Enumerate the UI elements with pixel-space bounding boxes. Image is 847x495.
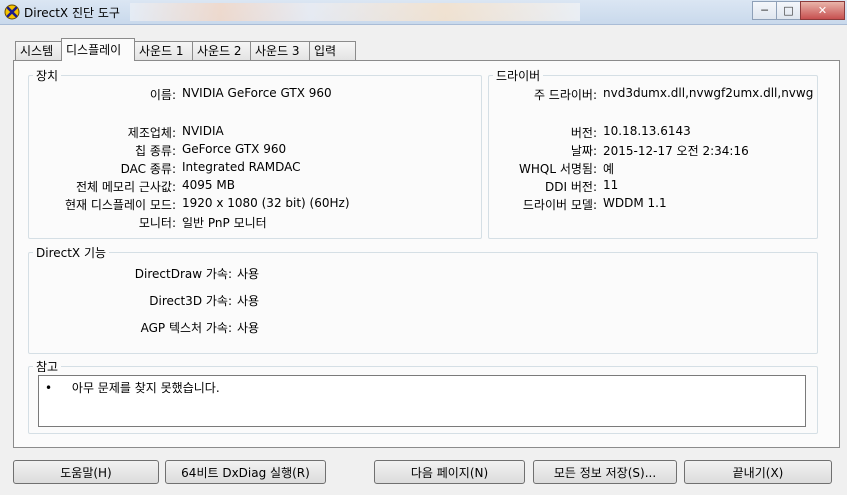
note-item: • 아무 문제를 찾지 못했습니다. — [45, 379, 220, 396]
tab-label: 사운드 1 — [139, 44, 184, 58]
drivers-group-title: 드라이버 — [493, 67, 544, 84]
version-value: 10.18.13.6143 — [603, 124, 691, 138]
tab-system[interactable]: 시스템 — [15, 41, 63, 60]
manufacturer-label: 제조업체: — [127, 126, 176, 140]
tab-label: 디스플레이 — [66, 43, 122, 57]
window-title: DirectX 진단 도구 — [24, 6, 120, 20]
device-group-title: 장치 — [33, 67, 62, 84]
directdraw-accel-label: DirectDraw 가속: — [134, 267, 232, 281]
driver-model-value: WDDM 1.1 — [603, 196, 667, 210]
tab-input[interactable]: 입력 — [309, 41, 356, 60]
help-button[interactable]: 도움말(H) — [13, 460, 159, 484]
close-button[interactable]: ✕ — [800, 1, 845, 20]
dac-type-label: DAC 종류: — [120, 162, 176, 176]
total-memory-value: 4095 MB — [182, 178, 235, 192]
minimize-button[interactable]: ─ — [752, 1, 777, 20]
chip-type-value: GeForce GTX 960 — [182, 142, 287, 156]
notes-text-box[interactable]: • 아무 문제를 찾지 못했습니다. — [38, 375, 806, 427]
directx-app-icon — [4, 4, 20, 20]
agp-texture-accel-value: 사용 — [237, 321, 260, 335]
direct3d-accel-value: 사용 — [237, 294, 260, 308]
device-name-label: 이름: — [149, 88, 176, 102]
tab-label: 사운드 3 — [255, 44, 300, 58]
chip-type-label: 칩 종류: — [135, 144, 176, 158]
background-banner — [130, 3, 580, 21]
exit-button[interactable]: 끝내기(X) — [684, 460, 832, 484]
main-driver-label: 주 드라이버: — [533, 88, 597, 102]
total-memory-label: 전체 메모리 근사값: — [76, 180, 176, 194]
directdraw-accel-value: 사용 — [237, 267, 260, 281]
main-driver-value: nvd3dumx.dll,nvwgf2umx.dll,nvwgf2u — [603, 86, 813, 100]
ddi-version-value: 11 — [603, 178, 619, 192]
maximize-button[interactable]: □ — [776, 1, 801, 20]
tab-sound-3[interactable]: 사운드 3 — [250, 41, 311, 60]
monitor-label: 모니터: — [138, 216, 176, 230]
tab-label: 사운드 2 — [197, 44, 242, 58]
dac-type-value: Integrated RAMDAC — [182, 160, 301, 174]
whql-label: WHQL 서명됨: — [519, 162, 597, 176]
tab-sound-1[interactable]: 사운드 1 — [134, 41, 194, 60]
notes-title: 참고 — [33, 358, 62, 375]
agp-texture-accel-label: AGP 텍스처 가속: — [140, 321, 232, 335]
note-bullet: • — [45, 381, 53, 395]
whql-value: 예 — [603, 162, 615, 176]
date-value: 2015-12-17 오전 2:34:16 — [603, 144, 749, 158]
direct3d-accel-label: Direct3D 가속: — [149, 294, 232, 308]
display-mode-value: 1920 x 1080 (32 bit) (60Hz) — [182, 196, 350, 210]
driver-model-label: 드라이버 모델: — [522, 198, 597, 212]
display-mode-label: 현재 디스플레이 모드: — [64, 198, 176, 212]
save-all-info-button[interactable]: 모든 정보 저장(S)... — [533, 460, 677, 484]
next-page-button[interactable]: 다음 페이지(N) — [374, 460, 525, 484]
tab-sound-2[interactable]: 사운드 2 — [192, 41, 252, 60]
tab-display[interactable]: 디스플레이 — [61, 38, 135, 61]
tab-label: 시스템 — [20, 44, 54, 58]
directx-features-title: DirectX 기능 — [33, 244, 110, 261]
device-name-value: NVIDIA GeForce GTX 960 — [182, 86, 332, 100]
date-label: 날짜: — [570, 144, 597, 158]
version-label: 버전: — [570, 126, 597, 140]
ddi-version-label: DDI 버전: — [545, 180, 597, 194]
tab-label: 입력 — [314, 44, 337, 58]
manufacturer-value: NVIDIA — [182, 124, 224, 138]
run-64bit-dxdiag-button[interactable]: 64비트 DxDiag 실행(R) — [165, 460, 326, 484]
monitor-value: 일반 PnP 모니터 — [182, 216, 267, 230]
note-text: 아무 문제를 찾지 못했습니다. — [71, 381, 220, 395]
